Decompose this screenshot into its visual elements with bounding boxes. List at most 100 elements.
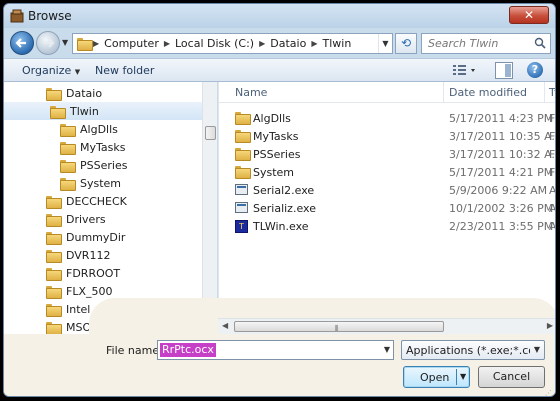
file-name-label: File name: — [106, 344, 163, 357]
app-icon — [10, 9, 24, 23]
tree-item-label: Tlwin — [70, 104, 99, 118]
folder-icon — [46, 303, 62, 317]
scroll-right-icon[interactable]: ▶ — [547, 321, 553, 330]
list-item[interactable]: MyTasks 3/17/2011 10:35 A... Fi — [219, 128, 555, 146]
file-type: A — [549, 184, 556, 197]
open-options-dropdown[interactable]: ▼ — [460, 372, 466, 381]
views-button[interactable] — [451, 62, 477, 79]
tree-item-label: Dataio — [66, 86, 103, 100]
file-type-filter[interactable]: Applications (*.exe;*.com;*.ic ▼ — [401, 340, 545, 360]
column-name[interactable]: Name — [235, 86, 267, 99]
exe-icon — [235, 202, 248, 216]
column-date-modified[interactable]: Date modified — [449, 86, 527, 99]
chevron-right-icon[interactable]: ▶ — [309, 39, 319, 48]
address-dropdown[interactable]: ▼ — [378, 34, 392, 53]
folder-icon — [235, 166, 251, 180]
file-type: Fi — [549, 148, 555, 161]
tree-item-fdrroot[interactable]: FDRROOT — [4, 264, 217, 282]
tree-item-deccheck[interactable]: DECCHECK — [4, 192, 217, 210]
browse-dialog: Browse ✕ ▼ ▶ Computer ▶ Local Disk (C:) … — [3, 3, 556, 397]
arrow-right-icon — [44, 38, 55, 48]
list-item[interactable]: PSSeries 3/17/2011 10:32 A... Fi — [219, 146, 555, 164]
list-item[interactable]: Serial2.exe 5/9/2006 9:22 AM A — [219, 182, 556, 200]
tree-item-tlwin[interactable]: Tlwin — [4, 102, 217, 120]
address-bar[interactable]: ▶ Computer ▶ Local Disk (C:) ▶ Dataio ▶ … — [72, 33, 393, 54]
screen-frame: Browse ✕ ▼ ▶ Computer ▶ Local Disk (C:) … — [0, 0, 560, 401]
forward-button[interactable] — [36, 31, 60, 55]
tree-item-label: MyTasks — [80, 140, 126, 154]
horizontal-scrollbar[interactable]: ◀ ⦀ ▶ — [218, 318, 555, 334]
help-button[interactable]: ? — [527, 62, 543, 78]
breadcrumb-tlwin[interactable]: Tlwin — [319, 37, 354, 50]
tree-item-label: System — [80, 176, 122, 190]
navigation-tree: Dataio Tlwin AlgDlls MyTasks PSSeries Sy… — [4, 82, 217, 335]
list-item[interactable]: AlgDlls 5/17/2011 4:23 PM Fi — [219, 110, 555, 128]
column-divider[interactable] — [544, 82, 545, 103]
file-list: Name Date modified Ty AlgDlls 5/17/2011 … — [218, 82, 556, 334]
folder-icon — [60, 123, 76, 137]
file-name: PSSeries — [253, 148, 301, 161]
file-name: Serial2.exe — [253, 184, 315, 197]
preview-pane-button[interactable] — [495, 62, 513, 79]
tree-item-label: Intel — [66, 302, 91, 316]
folder-icon — [46, 213, 62, 227]
tree-item-dataio[interactable]: Dataio — [4, 84, 217, 102]
file-date: 5/17/2011 4:21 PM — [449, 166, 554, 179]
folder-icon — [60, 159, 76, 173]
tree-item-drivers[interactable]: Drivers — [4, 210, 217, 228]
title-bar: Browse ✕ — [4, 4, 555, 28]
folder-icon — [46, 321, 62, 335]
close-button[interactable]: ✕ — [509, 6, 549, 24]
file-name: Serializ.exe — [253, 202, 316, 215]
tree-item-dummydir[interactable]: DummyDir — [4, 228, 217, 246]
new-folder-button[interactable]: New folder — [95, 64, 154, 77]
search-input[interactable]: Search Tlwin — [421, 33, 551, 54]
folder-icon — [60, 177, 76, 191]
tree-item-algdlls[interactable]: AlgDlls — [4, 120, 217, 138]
file-name-value: RrPtc.ocx — [160, 343, 216, 357]
tree-scrollbar[interactable]: ▼ — [202, 82, 217, 334]
cancel-button[interactable]: Cancel — [478, 366, 545, 388]
list-item[interactable]: Serializ.exe 10/1/2002 3:26 PM A — [219, 200, 555, 218]
horizontal-scroll-thumb[interactable]: ⦀ — [234, 321, 444, 333]
tree-item-psseries[interactable]: PSSeries — [4, 156, 217, 174]
tree-item-dvr112[interactable]: DVR112 — [4, 246, 217, 264]
list-item[interactable]: T TLWin.exe 2/23/2011 3:55 PM A — [219, 218, 555, 236]
column-divider[interactable] — [443, 82, 444, 103]
folder-icon — [50, 105, 66, 119]
search-placeholder: Search Tlwin — [428, 37, 499, 50]
file-date: 5/9/2006 9:22 AM — [449, 184, 548, 197]
folder-icon — [46, 285, 62, 299]
back-button[interactable] — [10, 31, 34, 55]
file-type: Fi — [549, 166, 555, 179]
folder-icon — [46, 195, 62, 209]
open-button[interactable]: Open ▼ — [403, 366, 470, 388]
folder-icon — [235, 130, 251, 144]
folder-icon — [46, 231, 62, 245]
chevron-right-icon[interactable]: ▶ — [257, 39, 267, 48]
arrow-left-icon — [15, 38, 26, 48]
list-item[interactable]: System 5/17/2011 4:21 PM Fi — [219, 164, 555, 182]
tree-scroll-thumb[interactable] — [205, 126, 216, 140]
folder-icon — [60, 141, 76, 155]
organize-menu[interactable]: Organize ▼ — [22, 64, 80, 77]
tree-item-system[interactable]: System — [4, 174, 217, 192]
chevron-right-icon[interactable]: ▶ — [162, 39, 172, 48]
breadcrumb-computer[interactable]: Computer — [101, 37, 162, 50]
chevron-down-icon[interactable]: ▼ — [384, 345, 390, 354]
file-name: MyTasks — [253, 130, 299, 143]
recent-pages-dropdown[interactable]: ▼ — [62, 38, 68, 47]
resize-grip-icon[interactable]: ⋰ — [545, 389, 553, 396]
breadcrumb-dataio[interactable]: Dataio — [267, 37, 309, 50]
scroll-left-icon[interactable]: ◀ — [222, 321, 228, 330]
search-icon[interactable] — [534, 37, 546, 49]
organize-label: Organize — [22, 64, 72, 77]
column-type[interactable]: Ty — [549, 86, 555, 99]
tree-item-mytasks[interactable]: MyTasks — [4, 138, 217, 156]
file-name-input[interactable]: RrPtc.ocx ▼ — [157, 340, 394, 360]
refresh-button[interactable]: ⟲ — [395, 33, 417, 54]
breadcrumb-local-disk[interactable]: Local Disk (C:) — [172, 37, 257, 50]
file-date: 10/1/2002 3:26 PM — [449, 202, 554, 215]
chevron-down-icon: ▼ — [533, 345, 540, 354]
folder-icon — [46, 87, 62, 101]
